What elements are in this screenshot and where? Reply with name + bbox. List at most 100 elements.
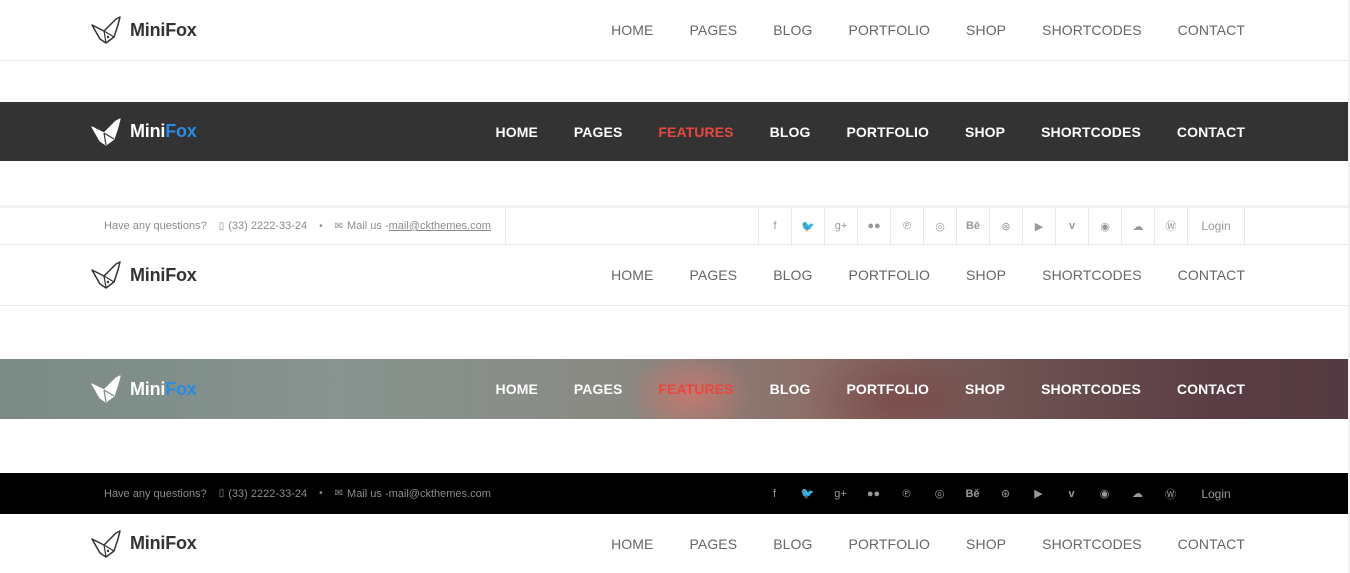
logo[interactable]: MiniFox: [90, 260, 197, 290]
nav-blog[interactable]: BLOG: [773, 22, 812, 38]
contact-info: Have any questions? ▯ (33) 2222-33-24 • …: [104, 488, 491, 500]
logo-text-first: Mini: [130, 533, 166, 553]
bullet-separator: •: [319, 488, 323, 499]
logo-text-first: Mini: [130, 121, 166, 141]
nav-blog[interactable]: BLOG: [770, 381, 811, 397]
nav-shop[interactable]: SHOP: [966, 22, 1006, 38]
nav-contact[interactable]: CONTACT: [1178, 22, 1245, 38]
nav-contact[interactable]: CONTACT: [1178, 267, 1245, 283]
nav-home[interactable]: HOME: [496, 381, 538, 397]
header-dark: MiniFox HOME PAGES FEATURES BLOG PORTFOL…: [0, 102, 1350, 161]
google-plus-icon[interactable]: g+: [824, 208, 857, 244]
phone-number[interactable]: (33) 2222-33-24: [228, 220, 307, 232]
nav-home[interactable]: HOME: [611, 267, 653, 283]
nav-portfolio[interactable]: PORTFOLIO: [846, 381, 929, 397]
bullet-separator: •: [319, 220, 323, 232]
nav-features[interactable]: FEATURES: [658, 124, 733, 140]
logo-text-second: Fox: [165, 533, 197, 553]
nav-shop[interactable]: SHOP: [966, 267, 1006, 283]
logo[interactable]: MiniFox: [90, 117, 197, 147]
github-icon[interactable]: ◉: [1088, 208, 1121, 244]
facebook-icon[interactable]: f: [758, 473, 791, 514]
nav-pages[interactable]: PAGES: [689, 22, 737, 38]
logo-text-first: Mini: [130, 19, 166, 40]
vimeo-icon[interactable]: v: [1055, 208, 1088, 244]
logo[interactable]: MiniFox: [90, 529, 197, 559]
nav-shortcodes[interactable]: SHORTCODES: [1042, 536, 1142, 552]
nav-portfolio[interactable]: PORTFOLIO: [849, 267, 931, 283]
nav-pages[interactable]: PAGES: [689, 267, 737, 283]
flickr-icon[interactable]: ●●: [857, 208, 890, 244]
nav-shortcodes[interactable]: SHORTCODES: [1042, 22, 1142, 38]
nav-shortcodes[interactable]: SHORTCODES: [1042, 267, 1142, 283]
nav-contact[interactable]: CONTACT: [1177, 124, 1245, 140]
nav-portfolio[interactable]: PORTFOLIO: [849, 22, 931, 38]
dribbble-icon[interactable]: ⊛: [989, 208, 1022, 244]
nav-portfolio[interactable]: PORTFOLIO: [849, 536, 931, 552]
fox-logo-icon: [91, 16, 121, 44]
main-nav: HOME PAGES BLOG PORTFOLIO SHOP SHORTCODE…: [575, 267, 1245, 283]
nav-blog[interactable]: BLOG: [773, 536, 812, 552]
nav-home[interactable]: HOME: [611, 22, 653, 38]
youtube-icon[interactable]: ▶: [1022, 208, 1055, 244]
nav-features[interactable]: FEATURES: [658, 381, 733, 397]
phone-icon: ▯: [218, 220, 225, 232]
pinterest-icon[interactable]: ℗: [890, 208, 923, 244]
nav-pages[interactable]: PAGES: [574, 124, 622, 140]
instagram-icon[interactable]: ◎: [923, 473, 956, 514]
nav-home[interactable]: HOME: [611, 536, 653, 552]
nav-home[interactable]: HOME: [496, 124, 538, 140]
contact-info: Have any questions? ▯ (33) 2222-33-24 • …: [104, 220, 491, 232]
nav-portfolio[interactable]: PORTFOLIO: [846, 124, 929, 140]
instagram-icon[interactable]: ◎: [923, 208, 956, 244]
main-nav: HOME PAGES FEATURES BLOG PORTFOLIO SHOP …: [460, 381, 1246, 397]
logo-text-first: Mini: [130, 264, 166, 285]
pinterest-icon[interactable]: ℗: [890, 473, 923, 514]
questions-text: Have any questions?: [104, 220, 207, 232]
fox-logo-icon: [91, 529, 121, 558]
login-link[interactable]: Login: [1187, 208, 1245, 244]
nav-shop[interactable]: SHOP: [965, 124, 1005, 140]
main-nav: HOME PAGES FEATURES BLOG PORTFOLIO SHOP …: [460, 124, 1246, 140]
social-links: f 🐦 g+ ●● ℗ ◎ Bē ⊛ ▶ v ◉ ☁ Ⓦ Login: [758, 208, 1245, 244]
youtube-icon[interactable]: ▶: [1022, 473, 1055, 514]
login-link[interactable]: Login: [1187, 473, 1245, 514]
soundcloud-icon[interactable]: ☁: [1121, 473, 1154, 514]
nav-blog[interactable]: BLOG: [773, 267, 812, 283]
nav-contact[interactable]: CONTACT: [1178, 536, 1245, 552]
nav-pages[interactable]: PAGES: [574, 381, 622, 397]
behance-icon[interactable]: Bē: [956, 208, 989, 244]
divider: [505, 208, 506, 244]
logo[interactable]: MiniFox: [90, 374, 197, 404]
github-icon[interactable]: ◉: [1088, 473, 1121, 514]
soundcloud-icon[interactable]: ☁: [1121, 208, 1154, 244]
nav-shop[interactable]: SHOP: [965, 381, 1005, 397]
nav-shortcodes[interactable]: SHORTCODES: [1041, 381, 1141, 397]
twitter-icon[interactable]: 🐦: [791, 208, 824, 244]
header-light-2: MiniFox HOME PAGES BLOG PORTFOLIO SHOP S…: [0, 245, 1350, 306]
behance-icon[interactable]: Bē: [956, 473, 989, 514]
mail-icon: ✉: [334, 488, 344, 499]
nav-shortcodes[interactable]: SHORTCODES: [1041, 124, 1141, 140]
mail-link[interactable]: mail@ckthemes.com: [389, 220, 491, 232]
wordpress-icon[interactable]: Ⓦ: [1154, 473, 1187, 514]
mail-label: Mail us -: [347, 220, 389, 232]
mail-link[interactable]: mail@ckthemes.com: [389, 488, 491, 500]
vimeo-icon[interactable]: v: [1055, 473, 1088, 514]
flickr-icon[interactable]: ●●: [857, 473, 890, 514]
mail-icon: ✉: [334, 220, 344, 232]
wordpress-icon[interactable]: Ⓦ: [1154, 208, 1187, 244]
main-nav: HOME PAGES BLOG PORTFOLIO SHOP SHORTCODE…: [575, 22, 1245, 38]
twitter-icon[interactable]: 🐦: [791, 473, 824, 514]
nav-contact[interactable]: CONTACT: [1177, 381, 1245, 397]
nav-blog[interactable]: BLOG: [770, 124, 811, 140]
nav-pages[interactable]: PAGES: [689, 536, 737, 552]
facebook-icon[interactable]: f: [758, 208, 791, 244]
logo-text-second: Fox: [165, 19, 197, 40]
logo-text: MiniFox: [130, 379, 197, 400]
logo[interactable]: MiniFox: [90, 15, 197, 45]
nav-shop[interactable]: SHOP: [966, 536, 1006, 552]
google-plus-icon[interactable]: g+: [824, 473, 857, 514]
phone-number[interactable]: (33) 2222-33-24: [228, 488, 307, 500]
dribbble-icon[interactable]: ⊛: [989, 473, 1022, 514]
